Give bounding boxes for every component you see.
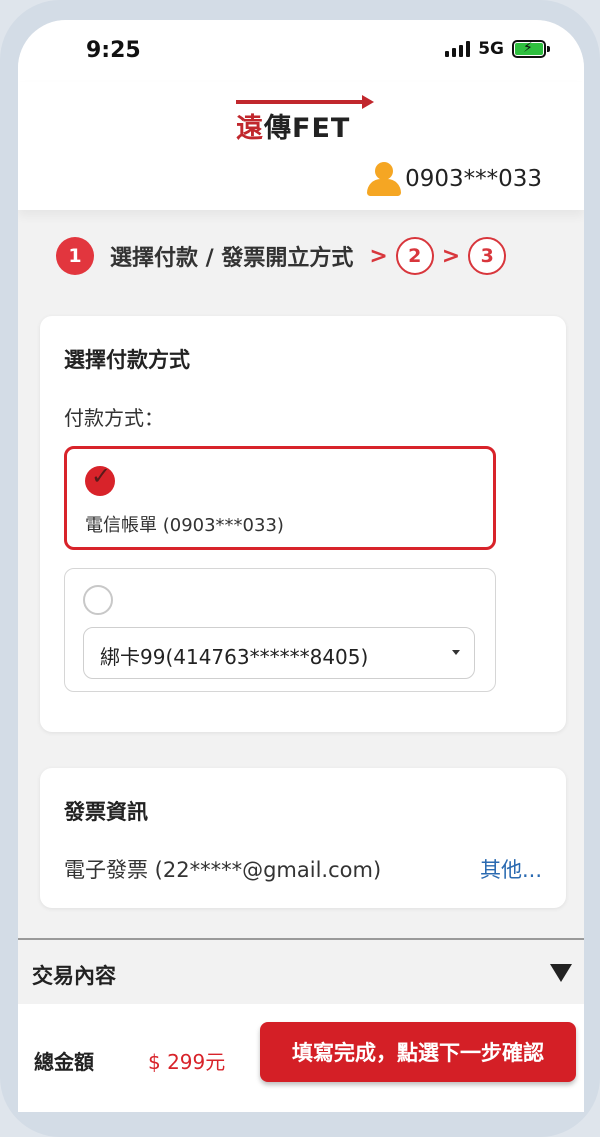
- transaction-toggle-bar[interactable]: 交易內容: [18, 938, 584, 1004]
- user-icon: [365, 162, 403, 196]
- bottom-bar: 總金額 $ 299元 填寫完成，點選下一步確認: [18, 1004, 584, 1112]
- total-amount: $ 299元: [148, 1050, 226, 1074]
- step-2: 2: [395, 237, 434, 275]
- user-phone: 0903***033: [405, 166, 542, 192]
- payment-option-telecom-bill[interactable]: ✓ 電信帳單 (0903***033): [64, 446, 496, 550]
- payment-title: 選擇付款方式: [64, 348, 190, 372]
- payment-card: 選擇付款方式 付款方式： ✓ 電信帳單 (0903***033) 綁卡99(41…: [40, 316, 566, 732]
- status-time: 9:25: [86, 38, 141, 63]
- status-icons: 5G ⚡: [445, 39, 550, 59]
- radio-checked-icon[interactable]: ✓: [85, 462, 115, 496]
- caret-down-icon: [452, 650, 460, 655]
- header: 遠傳FET 0903***033: [18, 82, 584, 210]
- transaction-label: 交易內容: [32, 964, 116, 988]
- battery-charging-icon: ⚡: [512, 40, 550, 58]
- chevron-right-icon: >: [369, 243, 388, 269]
- step-3: 3: [468, 237, 507, 275]
- card-select[interactable]: 綁卡99(414763******8405): [83, 627, 475, 679]
- step-1: 1: [56, 237, 94, 275]
- chevron-right-icon: >: [441, 243, 461, 269]
- stepper: 1 選擇付款 / 發票開立方式 > 2 > 3: [56, 234, 507, 278]
- phone-frame: 9:25 5G ⚡ 遠傳FET 0903***033 1 選擇付款 / 發票開立…: [0, 0, 600, 1137]
- signal-icon: [445, 41, 471, 57]
- payment-option-card[interactable]: 綁卡99(414763******8405): [64, 568, 496, 692]
- invoice-card: 發票資訊 電子發票 (22*****@gmail.com) 其他...: [40, 768, 566, 908]
- payment-method-label: 付款方式：: [64, 406, 164, 430]
- logo-text: 遠傳FET: [236, 113, 351, 144]
- invoice-other-link[interactable]: 其他...: [480, 854, 542, 884]
- network-type: 5G: [478, 39, 504, 59]
- step-1-label: 選擇付款 / 發票開立方式: [110, 246, 354, 271]
- user-account[interactable]: 0903***033: [365, 162, 542, 196]
- screen: 9:25 5G ⚡ 遠傳FET 0903***033 1 選擇付款 / 發票開立…: [18, 20, 584, 1112]
- triangle-down-icon[interactable]: [550, 964, 572, 982]
- next-step-button[interactable]: 填寫完成，點選下一步確認: [260, 1022, 576, 1082]
- card-select-value: 綁卡99(414763******8405): [100, 645, 369, 669]
- status-bar: 9:25 5G ⚡: [18, 20, 584, 82]
- radio-unchecked-icon[interactable]: [83, 585, 113, 615]
- fet-logo[interactable]: 遠傳FET: [236, 90, 376, 144]
- invoice-value: 電子發票 (22*****@gmail.com): [64, 858, 382, 882]
- invoice-title: 發票資訊: [64, 800, 148, 824]
- logo-arrow-icon: [236, 95, 374, 109]
- total-label: 總金額: [34, 1050, 94, 1074]
- checkmark-icon: ✓: [91, 462, 112, 490]
- payment-option-label: 電信帳單 (0903***033): [85, 515, 284, 536]
